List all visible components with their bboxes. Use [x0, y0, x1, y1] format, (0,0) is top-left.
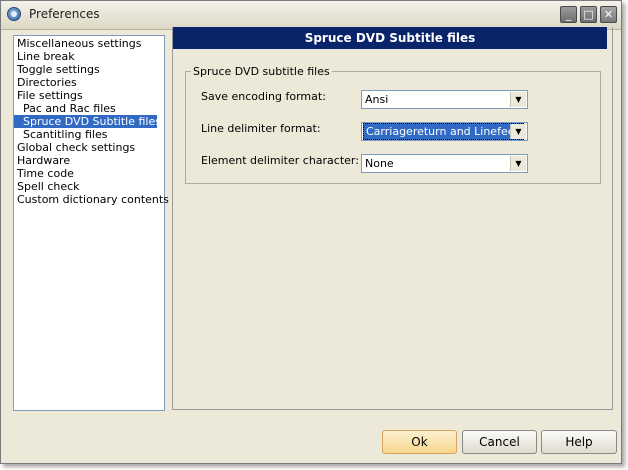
maximize-button[interactable]: □ — [580, 6, 597, 23]
app-icon — [7, 7, 21, 21]
tree-item-hardware[interactable]: Hardware — [14, 154, 164, 167]
tree-item-time-code[interactable]: Time code — [14, 167, 164, 180]
line-delimiter-select[interactable]: Carriagereturn and Linefeed ▼ — [361, 122, 528, 141]
line-delimiter-label: Line delimiter format: — [201, 122, 321, 135]
tree-item-file-settings[interactable]: File settings — [14, 89, 164, 102]
tree-item-miscellaneous-settings[interactable]: Miscellaneous settings — [14, 37, 164, 50]
ok-button[interactable]: Ok — [382, 430, 457, 454]
close-button[interactable]: ✕ — [600, 6, 617, 23]
chevron-down-icon[interactable]: ▼ — [510, 156, 526, 171]
chevron-down-icon[interactable]: ▼ — [510, 92, 526, 107]
tree-item-toggle-settings[interactable]: Toggle settings — [14, 63, 164, 76]
tree-item-custom-dictionary-contents[interactable]: Custom dictionary contents — [14, 193, 169, 206]
tree-item-global-check-settings[interactable]: Global check settings — [14, 141, 164, 154]
save-encoding-select[interactable]: Ansi ▼ — [361, 90, 528, 109]
element-delimiter-label: Element delimiter character: — [201, 154, 359, 167]
settings-tree[interactable]: Miscellaneous settings Line break Toggle… — [13, 35, 169, 411]
panel-header: Spruce DVD Subtitle files — [173, 27, 607, 49]
tree-item-pac-and-rac-files[interactable]: Pac and Rac files — [14, 102, 164, 115]
line-delimiter-value: Carriagereturn and Linefeed — [363, 123, 525, 140]
save-encoding-label: Save encoding format: — [201, 90, 326, 103]
save-encoding-value: Ansi — [365, 93, 389, 106]
element-delimiter-value: None — [365, 157, 394, 170]
minimize-button[interactable]: _ — [560, 6, 577, 23]
cancel-button[interactable]: Cancel — [462, 430, 537, 454]
chevron-down-icon[interactable]: ▼ — [510, 124, 526, 139]
tree-item-line-break[interactable]: Line break — [14, 50, 164, 63]
window-title: Preferences — [29, 7, 100, 21]
tree-item-scantitling-files[interactable]: Scantitling files — [14, 128, 164, 141]
tree-item-spell-check[interactable]: Spell check — [14, 180, 164, 193]
tree-item-directories[interactable]: Directories — [14, 76, 164, 89]
groupbox-title: Spruce DVD subtitle files — [191, 65, 332, 78]
help-button[interactable]: Help — [541, 430, 617, 454]
title-bar[interactable]: Preferences _ □ ✕ — [1, 1, 621, 30]
element-delimiter-select[interactable]: None ▼ — [361, 154, 528, 173]
tree-item-spruce-dvd-subtitle-files[interactable]: Spruce DVD Subtitle files — [14, 115, 161, 128]
